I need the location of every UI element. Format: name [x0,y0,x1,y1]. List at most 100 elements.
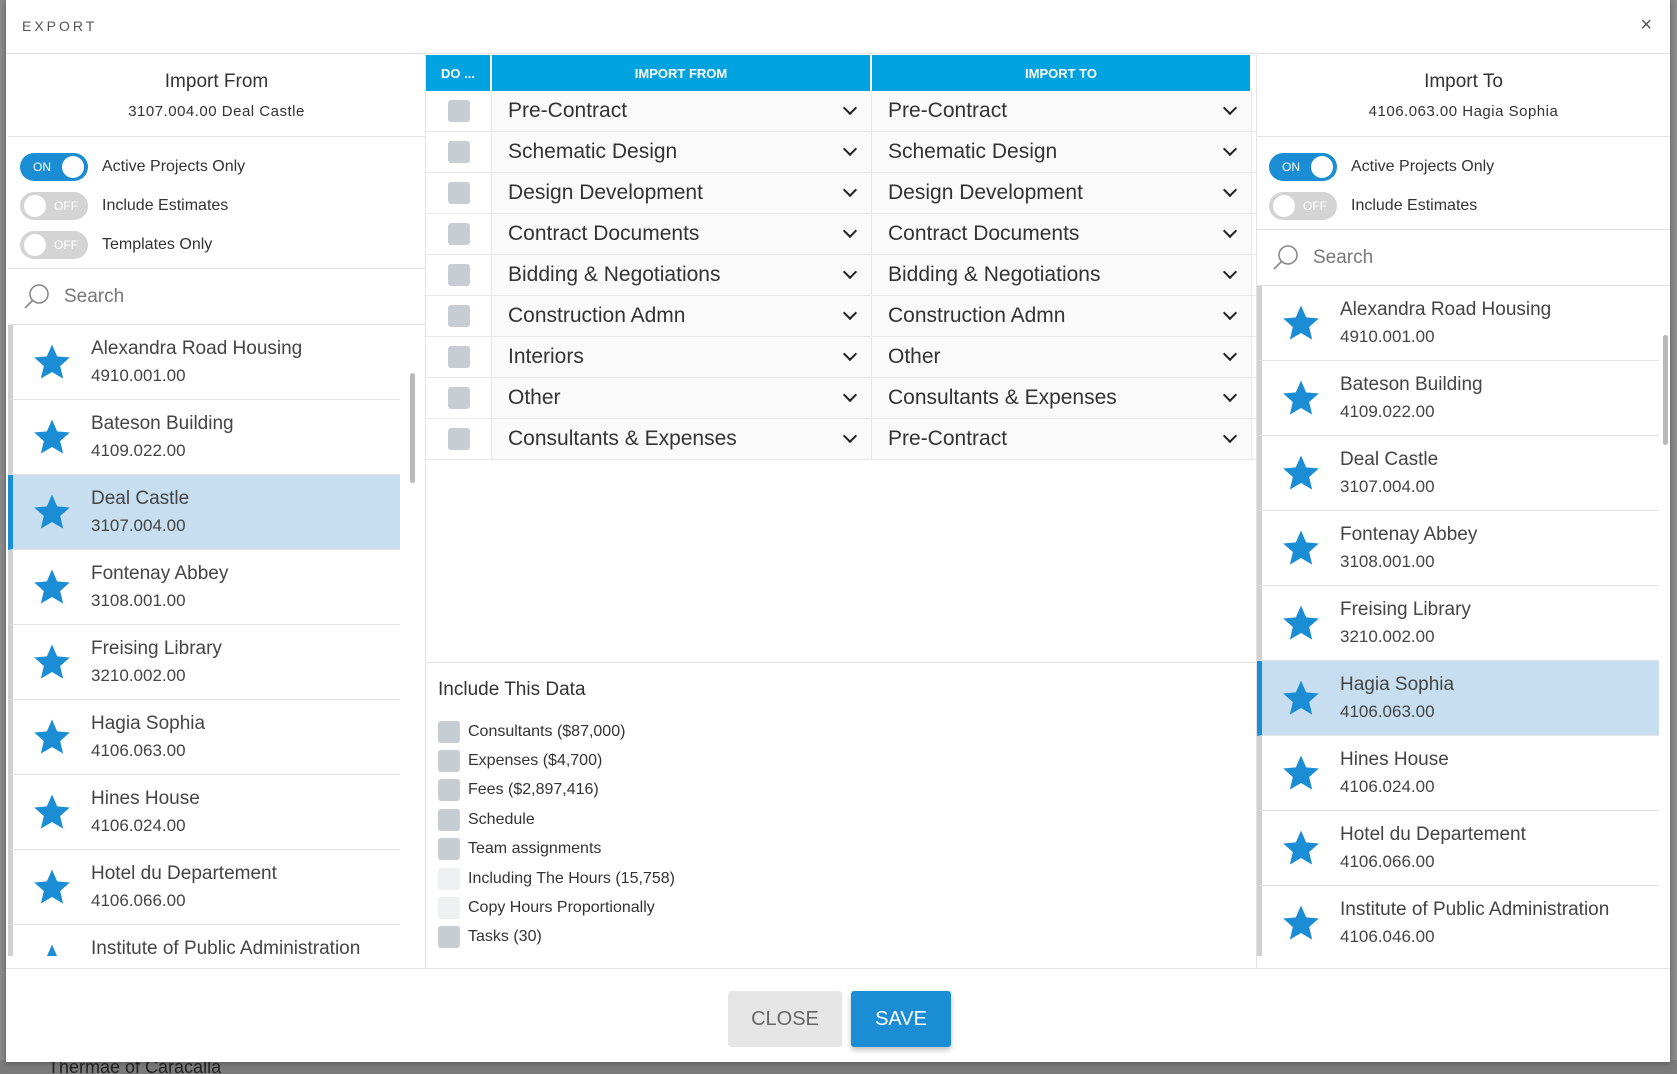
mapping-checkbox[interactable] [447,264,470,286]
project-list-item[interactable]: Hagia Sophia 4106.063.00 [1257,661,1659,736]
project-list-item[interactable]: Institute of Public Administration4106.0… [1257,886,1659,956]
import-to-select[interactable]: Design Development [872,173,1252,213]
left-search [8,269,425,325]
star-icon[interactable] [1262,528,1340,568]
project-list-item[interactable]: Hines House 4106.024.00 [8,775,400,850]
close-button[interactable]: CLOSE [728,991,842,1047]
star-icon[interactable] [13,417,91,457]
col-do-header[interactable]: DO ... [426,55,492,91]
star-icon[interactable] [13,867,91,907]
include-checkbox[interactable] [438,750,460,773]
star-icon[interactable] [13,717,91,757]
project-list-item[interactable]: Hagia Sophia 4106.063.00 [8,700,400,775]
project-list-item[interactable]: Bateson Building 4109.022.00 [8,400,400,475]
star-icon[interactable] [1262,678,1340,718]
import-from-select[interactable]: Schematic Design [492,132,872,172]
import-from-select[interactable]: Bidding & Negotiations [492,255,872,295]
left-scrollbar[interactable] [408,365,418,965]
star-icon[interactable] [1262,303,1340,343]
star-icon[interactable] [13,792,91,832]
mapping-checkbox[interactable] [447,387,470,409]
include-checkbox[interactable] [438,838,460,861]
left-search-input[interactable] [64,285,364,308]
import-to-select[interactable]: Schematic Design [872,132,1252,172]
import-to-select[interactable]: Pre-Contract [872,419,1252,459]
mapping-checkbox[interactable] [447,182,470,204]
toggle-switch[interactable]: ON [1269,152,1337,181]
col-import-from-header[interactable]: IMPORT FROM [492,55,872,91]
star-icon[interactable] [13,342,91,382]
mapping-checkbox[interactable] [447,305,470,327]
import-from-select[interactable]: Construction Admn [492,296,872,336]
chevron-down-icon [842,428,858,444]
toggle-switch[interactable]: ON [20,152,88,181]
include-checkbox[interactable] [438,897,460,920]
import-to-select[interactable]: Contract Documents [872,214,1252,254]
mapping-checkbox[interactable] [447,100,470,122]
import-from-select[interactable]: Pre-Contract [492,91,872,131]
project-list-item[interactable]: Alexandra Road Housing 4910.001.00 [8,325,400,400]
include-checkbox[interactable] [438,720,460,743]
star-icon[interactable] [1262,828,1340,868]
star-icon[interactable] [13,642,91,682]
mapping-header: DO ... IMPORT FROM IMPORT TO [426,55,1256,91]
import-from-value: Schematic Design [508,140,678,163]
project-list-item[interactable]: Fontenay Abbey 3108.001.00 [8,550,400,625]
project-list-item[interactable]: Bateson Building 4109.022.00 [1257,361,1659,436]
toggle-switch[interactable]: OFF [1269,191,1337,220]
import-from-select[interactable]: Design Development [492,173,872,213]
include-checkbox[interactable] [438,867,460,890]
col-import-to-header[interactable]: IMPORT TO [872,55,1252,91]
import-from-select[interactable]: Consultants & Expenses [492,419,872,459]
star-icon[interactable] [1262,753,1340,793]
import-to-select[interactable]: Construction Admn [872,296,1252,336]
project-name: Hotel du Departement [1340,824,1526,845]
toggle-switch[interactable]: OFF [20,230,88,259]
project-list-item[interactable]: Freising Library 3210.002.00 [1257,586,1659,661]
star-icon[interactable] [1262,903,1340,943]
chevron-down-icon [1222,141,1238,157]
import-to-select[interactable]: Other [872,337,1252,377]
chevron-down-icon [842,223,858,239]
toggle-switch[interactable]: OFF [20,191,88,220]
right-scroll-thumb[interactable] [1663,335,1668,445]
include-checkbox[interactable] [438,808,460,831]
star-icon[interactable] [1262,378,1340,418]
project-list-item[interactable]: Institute of Public Administration4106.0… [8,925,400,956]
project-list-item[interactable]: Freising Library 3210.002.00 [8,625,400,700]
include-label: Tasks (30) [468,928,542,946]
star-icon[interactable] [1262,453,1340,493]
mapping-checkbox[interactable] [447,223,470,245]
import-from-header: Import From 3107.004.00 Deal Castle [8,55,425,137]
import-to-value: Consultants & Expenses [888,386,1117,409]
right-search-input[interactable] [1313,246,1613,269]
project-list-item[interactable]: Hines House 4106.024.00 [1257,736,1659,811]
import-to-select[interactable]: Pre-Contract [872,91,1252,131]
import-from-value: Other [508,386,561,409]
mapping-checkbox[interactable] [447,346,470,368]
import-from-select[interactable]: Contract Documents [492,214,872,254]
mapping-checkbox[interactable] [447,428,470,450]
import-to-select[interactable]: Consultants & Expenses [872,378,1252,418]
project-list-item[interactable]: Deal Castle 3107.004.00 [8,475,400,550]
include-checkbox[interactable] [438,779,460,802]
star-icon[interactable] [13,492,91,532]
left-scroll-thumb[interactable] [410,373,415,483]
right-scrollbar[interactable] [1661,327,1671,967]
save-button[interactable]: SAVE [851,991,951,1047]
star-icon[interactable] [13,942,91,956]
project-list-item[interactable]: Hotel du Departement 4106.066.00 [8,850,400,925]
project-list-item[interactable]: Hotel du Departement 4106.066.00 [1257,811,1659,886]
star-icon[interactable] [13,567,91,607]
project-name: Freising Library [1340,599,1471,620]
import-to-select[interactable]: Bidding & Negotiations [872,255,1252,295]
project-list-item[interactable]: Fontenay Abbey 3108.001.00 [1257,511,1659,586]
close-icon[interactable]: × [1640,14,1652,37]
star-icon[interactable] [1262,603,1340,643]
import-from-select[interactable]: Interiors [492,337,872,377]
import-from-select[interactable]: Other [492,378,872,418]
include-checkbox[interactable] [438,926,460,949]
project-list-item[interactable]: Alexandra Road Housing 4910.001.00 [1257,286,1659,361]
mapping-checkbox[interactable] [447,141,470,163]
project-list-item[interactable]: Deal Castle 3107.004.00 [1257,436,1659,511]
